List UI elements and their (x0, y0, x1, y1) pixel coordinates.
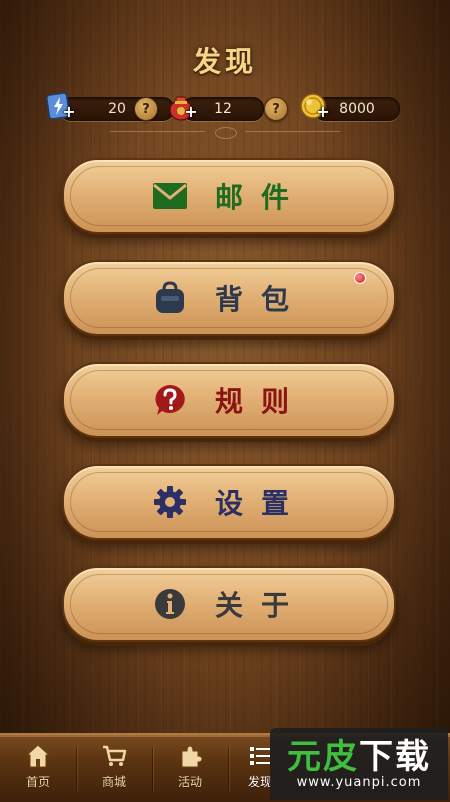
cart-icon (103, 745, 127, 766)
gold-coin-icon[interactable]: + (298, 91, 330, 123)
about-label: 关于 (214, 589, 307, 622)
bag-plus-icon[interactable]: + (184, 104, 198, 120)
energy-card-icon[interactable]: + (44, 91, 76, 123)
mail-icon (151, 177, 189, 215)
coins-resource: 8000 + (298, 93, 402, 121)
watermark-brand: 元皮下载 (287, 736, 431, 777)
puzzle-icon (181, 745, 203, 768)
info-icon (151, 585, 189, 623)
site-watermark: 元皮下载 www.yuanpi.com (270, 728, 448, 800)
rules-button[interactable]: 规则 (62, 362, 396, 438)
help-bubble-icon (151, 381, 189, 419)
page-title: 发现 (192, 45, 257, 78)
mail-label: 邮件 (214, 181, 307, 214)
backpack-label: 背包 (214, 283, 307, 316)
gear-icon (151, 483, 189, 521)
mail-button[interactable]: 邮件 (62, 158, 396, 234)
tab-shop[interactable]: 商城 (76, 743, 152, 799)
tab-discover-label: 发现 (247, 775, 272, 789)
tab-events-label: 活动 (177, 775, 202, 789)
header-divider (110, 127, 340, 139)
tab-home-label: 首页 (25, 775, 50, 789)
home-icon (25, 744, 51, 768)
lucky-bag-icon[interactable]: + (166, 91, 198, 123)
coins-plus-icon[interactable]: + (316, 104, 330, 120)
settings-label: 设置 (214, 487, 307, 520)
about-button[interactable]: 关于 (62, 566, 396, 642)
rules-label: 规则 (214, 385, 307, 418)
notification-dot (354, 272, 366, 284)
backpack-button[interactable]: 背包 (62, 260, 396, 336)
bag-help-button[interactable]: ? (264, 97, 288, 121)
energy-plus-icon[interactable]: + (62, 104, 76, 120)
backpack-icon (151, 279, 189, 317)
watermark-url: www.yuanpi.com (296, 774, 422, 790)
settings-button[interactable]: 设置 (62, 464, 396, 540)
bag-resource: 12 + (166, 95, 266, 121)
tab-shop-label: 商城 (101, 775, 126, 789)
tab-events[interactable]: 活动 (152, 743, 228, 799)
tab-home[interactable]: 首页 (0, 743, 76, 799)
energy-help-button[interactable]: ? (134, 97, 158, 121)
